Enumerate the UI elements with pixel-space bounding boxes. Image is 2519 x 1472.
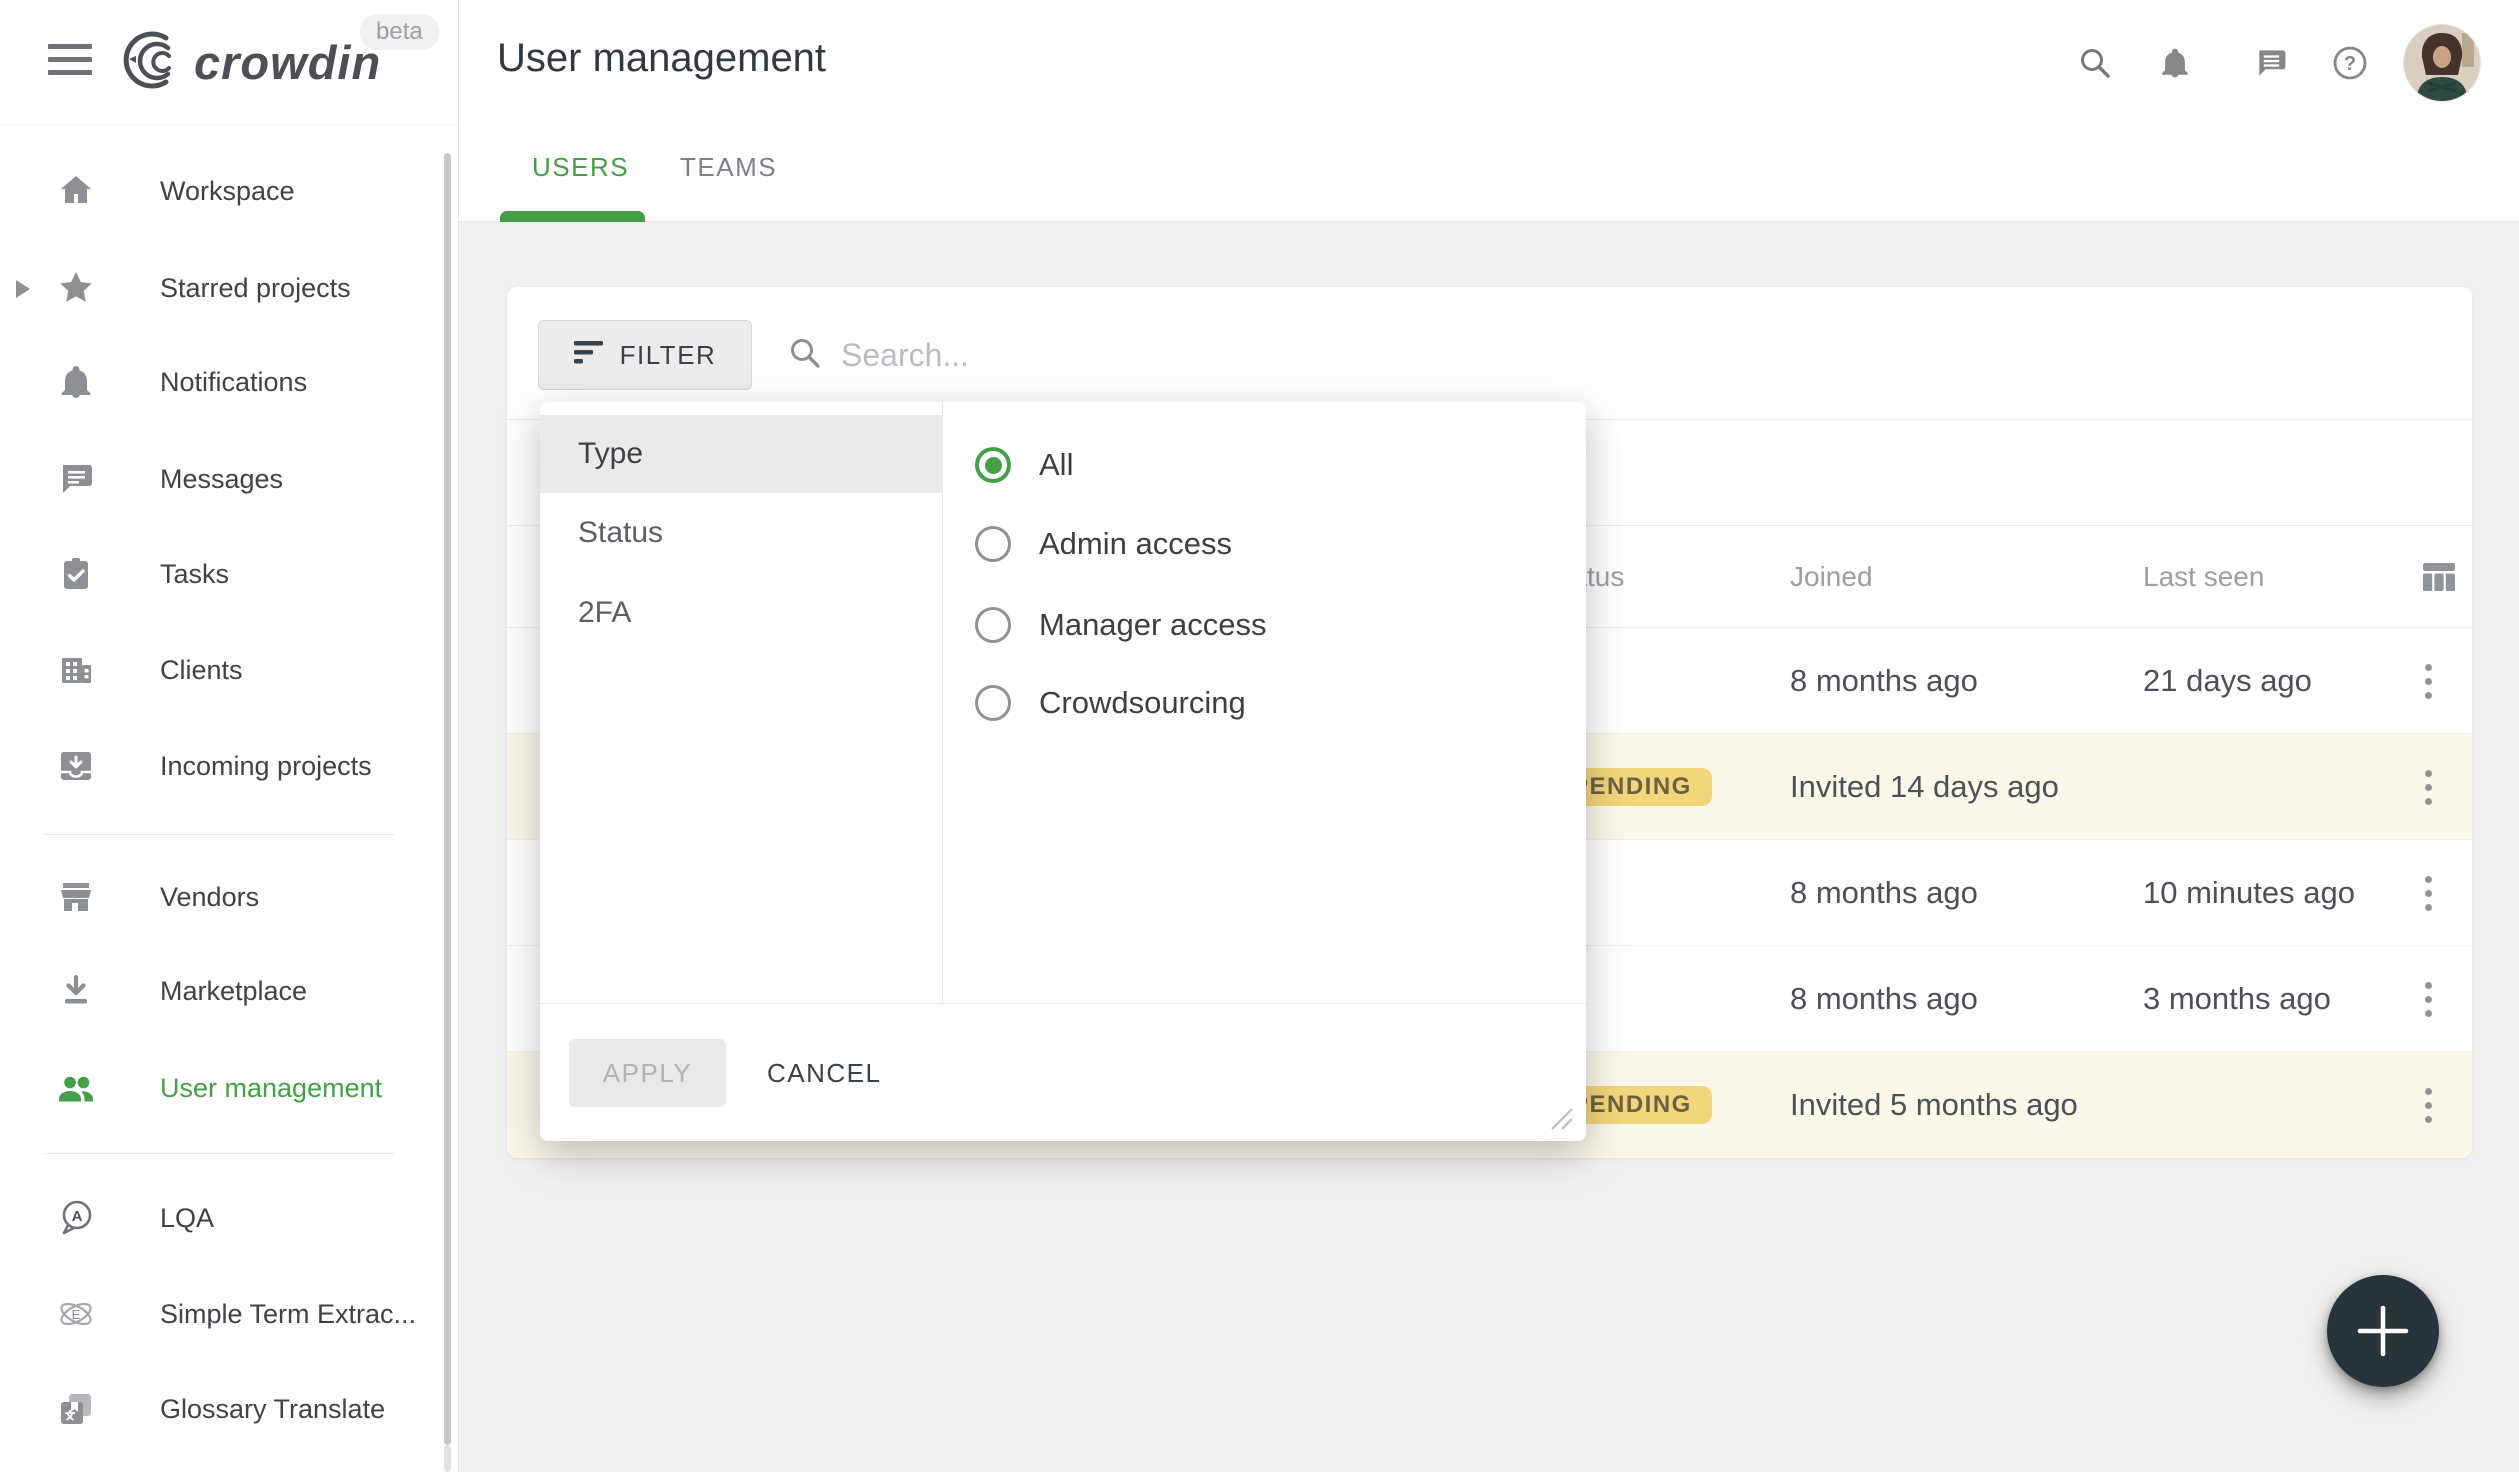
- sidebar-header: crowdin beta: [0, 0, 458, 125]
- radio-unselected-icon[interactable]: [975, 526, 1011, 562]
- sidebar-scrollbar[interactable]: [444, 153, 451, 1445]
- chat-icon[interactable]: [2253, 45, 2289, 81]
- search-icon[interactable]: [2077, 45, 2113, 81]
- row-menu-icon[interactable]: [2402, 1079, 2454, 1131]
- filter-button[interactable]: FILTER: [538, 320, 752, 390]
- translate-icon: [56, 1389, 96, 1429]
- sidebar-item-messages[interactable]: Messages: [0, 449, 458, 509]
- row-menu-icon[interactable]: [2402, 867, 2454, 919]
- row-menu-icon[interactable]: [2402, 655, 2454, 707]
- sidebar-item-incoming-projects[interactable]: Incoming projects: [0, 736, 458, 796]
- column-header-last-seen: Last seen: [2143, 526, 2264, 627]
- sidebar-item-vendors[interactable]: Vendors: [0, 867, 458, 927]
- home-icon: [56, 171, 96, 211]
- cancel-button[interactable]: CANCEL: [767, 1039, 881, 1107]
- filter-icon: [574, 338, 604, 373]
- crowdin-logo[interactable]: crowdin: [120, 26, 381, 98]
- building-icon: [56, 650, 96, 690]
- tab-users[interactable]: USERS: [532, 152, 629, 183]
- expand-arrow-icon[interactable]: [16, 280, 30, 298]
- column-header-joined: Joined: [1790, 526, 1873, 627]
- tab-teams[interactable]: TEAMS: [680, 152, 777, 183]
- filter-footer: APPLY CANCEL: [540, 1003, 1586, 1141]
- beta-badge: beta: [360, 14, 439, 50]
- crowdin-logo-icon: [120, 26, 188, 99]
- atom-icon: E: [56, 1294, 96, 1334]
- radio-option-all[interactable]: All: [975, 443, 1073, 487]
- filter-category-2fa[interactable]: 2FA: [540, 573, 943, 653]
- app-root: crowdin beta Workspace Starred projects …: [0, 0, 2519, 1472]
- filter-category-type[interactable]: Type: [540, 415, 943, 493]
- bell-icon[interactable]: [2157, 45, 2193, 81]
- radio-unselected-icon[interactable]: [975, 685, 1011, 721]
- sidebar: crowdin beta Workspace Starred projects …: [0, 0, 459, 1472]
- row-menu-icon[interactable]: [2402, 761, 2454, 813]
- sidebar-item-simple-term-extractor[interactable]: E Simple Term Extrac...: [0, 1284, 458, 1344]
- bell-icon: [56, 362, 96, 402]
- storefront-icon: [56, 877, 96, 917]
- sidebar-item-user-management[interactable]: User management: [0, 1058, 458, 1118]
- svg-text:?: ?: [2344, 53, 2356, 75]
- people-icon: [56, 1068, 96, 1108]
- view-columns-icon[interactable]: [2419, 557, 2459, 597]
- sidebar-item-marketplace[interactable]: Marketplace: [0, 961, 458, 1021]
- sidebar-item-workspace[interactable]: Workspace: [0, 161, 458, 221]
- radio-unselected-icon[interactable]: [975, 607, 1011, 643]
- resize-handle-icon[interactable]: [1546, 1103, 1576, 1133]
- main-header: User management ? USERS TEAMS: [459, 0, 2519, 222]
- crowdin-wordmark: crowdin: [194, 35, 381, 90]
- message-icon: [56, 459, 96, 499]
- download-icon: [56, 971, 96, 1011]
- sidebar-divider: [44, 834, 394, 835]
- sidebar-item-lqa[interactable]: A LQA: [0, 1188, 458, 1248]
- sidebar-scrollbar-track: [444, 1445, 451, 1472]
- radio-option-manager-access[interactable]: Manager access: [975, 603, 1266, 647]
- help-icon[interactable]: ?: [2332, 45, 2368, 81]
- tasks-icon: [56, 554, 96, 594]
- search-icon: [787, 335, 823, 371]
- user-avatar[interactable]: [2404, 25, 2480, 101]
- sidebar-item-glossary-translate[interactable]: Glossary Translate: [0, 1379, 458, 1439]
- filter-category-list: Type Status 2FA: [540, 402, 943, 1003]
- sidebar-item-clients[interactable]: Clients: [0, 640, 458, 700]
- lqa-bubble-icon: A: [56, 1198, 96, 1238]
- radio-option-crowdsourcing[interactable]: Crowdsourcing: [975, 681, 1246, 725]
- sidebar-item-starred-projects[interactable]: Starred projects: [0, 258, 458, 318]
- page-title: User management: [497, 36, 826, 81]
- svg-text:E: E: [72, 1307, 81, 1322]
- row-menu-icon[interactable]: [2402, 973, 2454, 1025]
- plus-icon: [2327, 1275, 2439, 1387]
- search-input[interactable]: [841, 320, 1541, 390]
- add-user-fab[interactable]: [2327, 1275, 2439, 1387]
- apply-button[interactable]: APPLY: [569, 1039, 726, 1107]
- sidebar-divider: [44, 1153, 394, 1154]
- filter-dropdown: Type Status 2FA All Admin access Manager…: [540, 402, 1586, 1141]
- filter-category-status[interactable]: Status: [540, 493, 943, 573]
- menu-icon[interactable]: [48, 44, 92, 82]
- radio-selected-icon[interactable]: [975, 447, 1011, 483]
- svg-text:A: A: [72, 1208, 83, 1225]
- radio-option-admin-access[interactable]: Admin access: [975, 522, 1232, 566]
- sidebar-item-tasks[interactable]: Tasks: [0, 544, 458, 604]
- star-icon: [56, 268, 96, 308]
- inbox-download-icon: [56, 746, 96, 786]
- sidebar-item-notifications[interactable]: Notifications: [0, 352, 458, 412]
- active-tab-indicator: [500, 211, 645, 222]
